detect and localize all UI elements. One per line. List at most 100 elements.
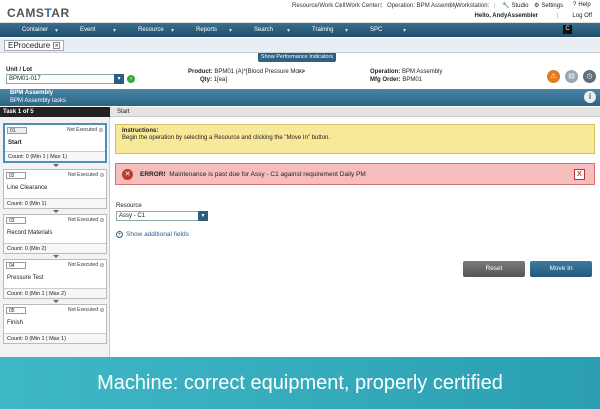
error-message: ERROR! Maintenance is past due for Assy …	[140, 171, 366, 178]
qty-info: Qty: 1[ea]	[200, 77, 228, 83]
separator: |	[381, 3, 383, 9]
workstation-label: Workstation:	[456, 3, 490, 9]
main-header: Start	[110, 107, 600, 117]
task-name: Record Materials	[7, 230, 53, 236]
task-name: Start	[8, 140, 22, 146]
task-count: Count: 0 (Min 1 | Max 1)	[4, 333, 106, 343]
task-name: Pressure Test	[7, 275, 44, 281]
resource-value: Assy - C1	[119, 213, 146, 219]
task-item[interactable]: 03 Not Executed Record Materials Count: …	[3, 214, 107, 254]
task-count: Count: 0 (Min 1 | Max 2)	[4, 288, 106, 298]
top-header: CAMSTAR Resource/Work Cell: | Work Cente…	[0, 0, 600, 23]
gear-icon: ⚙	[534, 3, 540, 9]
status-dot-icon	[99, 128, 103, 132]
error-banner: ✕ ERROR! Maintenance is past due for Ass…	[115, 163, 595, 185]
document-icon[interactable]: ▤	[565, 70, 578, 83]
info-icon[interactable]: i	[584, 91, 596, 103]
task-name: Finish	[7, 320, 24, 326]
nav-spc[interactable]: SPC	[348, 27, 406, 34]
unit-lot-label: Unit / Lot	[6, 67, 32, 73]
nav-event[interactable]: Event	[58, 27, 116, 34]
down-arrow-icon	[53, 164, 59, 167]
status-dot-icon	[100, 218, 104, 222]
nav-reports[interactable]: Reports	[174, 27, 232, 34]
task-count: Count: 0 (Min 1 | Max 1)	[5, 151, 105, 161]
warning-icon[interactable]: ⚠	[547, 70, 560, 83]
close-icon[interactable]: ✕	[53, 42, 61, 49]
corner-c-icon[interactable]: C	[563, 25, 572, 34]
status-dot-icon	[100, 308, 104, 312]
mfg-order-info: Mfg Order: BPM01	[370, 77, 423, 83]
resource-select[interactable]: Assy - C1 ▾	[116, 211, 208, 221]
down-arrow-icon	[53, 210, 59, 213]
task-item[interactable]: 01 Not Executed Start Count: 0 (Min 1 | …	[3, 123, 107, 163]
resource-label: Resource	[116, 203, 142, 209]
tab-title: EProcedure	[8, 41, 51, 50]
task-status: Not Executed	[67, 217, 98, 223]
show-additional-fields-link[interactable]: + Show additional fields	[116, 231, 189, 238]
section-bar: BPM Assembly BPM Assembly tasks i	[0, 89, 600, 106]
task-number: 05	[6, 307, 26, 314]
move-in-button[interactable]: Move In	[530, 261, 592, 277]
nav-search[interactable]: Search	[232, 27, 290, 34]
reset-button[interactable]: Reset	[463, 261, 525, 277]
operation-info: Operation: BPM Assembly	[370, 69, 443, 75]
separator: |	[340, 3, 342, 9]
chevron-down-icon[interactable]: ▾	[114, 74, 124, 84]
task-list-header: Task 1 of 5	[0, 107, 110, 117]
task-item[interactable]: 02 Not Executed Line Clearance Count: 0 …	[3, 169, 107, 209]
task-number: 04	[6, 262, 26, 269]
task-count: Count: 0 (Min 1)	[4, 198, 106, 208]
caption-banner: Machine: correct equipment, properly cer…	[0, 357, 600, 409]
user-greeting: Hello, AndyAssembler	[474, 13, 538, 19]
task-number: 01	[7, 127, 27, 134]
go-arrow-icon[interactable]: ›	[127, 75, 135, 83]
chevron-down-icon[interactable]: ▾	[198, 211, 208, 221]
instructions-text: Begin the operation by selecting a Resou…	[122, 135, 331, 141]
separator: |	[556, 13, 558, 19]
tab-eprocedure[interactable]: EProcedure ✕	[4, 40, 65, 51]
nav-training[interactable]: Training	[290, 27, 348, 34]
nav-resource[interactable]: Resource	[116, 27, 174, 34]
down-arrow-icon	[53, 255, 59, 258]
instructions-title: Instructions:	[122, 128, 159, 134]
error-icon: ✕	[122, 169, 133, 180]
task-number: 02	[6, 172, 26, 179]
logoff-link[interactable]: Log Off	[572, 13, 592, 19]
help-button[interactable]: ? Help	[573, 2, 591, 8]
nav-container[interactable]: Container	[0, 27, 58, 34]
task-status: Not Executed	[67, 172, 98, 178]
task-count: Count: 0 (Min 2)	[4, 243, 106, 253]
show-performance-indicators-button[interactable]: Show Performance Indicators	[258, 53, 336, 62]
wrench-icon: 🔧	[502, 3, 510, 9]
close-icon[interactable]: X	[574, 169, 585, 180]
tab-bar: EProcedure ✕	[0, 38, 600, 53]
task-item[interactable]: 04 Not Executed Pressure Test Count: 0 (…	[3, 259, 107, 299]
studio-button[interactable]: 🔧 Studio	[502, 2, 529, 10]
unit-lot-value: BPM01-017	[9, 76, 41, 82]
unit-lot-select[interactable]: BPM01-017 ▾	[6, 74, 124, 84]
task-item[interactable]: 05 Not Executed Finish Count: 0 (Min 1 |…	[3, 304, 107, 344]
main-nav: Container Event Resource Reports Search …	[0, 23, 600, 37]
separator: |	[450, 3, 452, 9]
task-list: 01 Not Executed Start Count: 0 (Min 1 | …	[0, 117, 110, 357]
help-icon: ?	[573, 2, 577, 8]
task-status: Not Executed	[67, 307, 98, 313]
product-info: Product: BPM01 (A)*[Blood Pressure Mo...	[188, 69, 304, 75]
separator: |	[494, 3, 496, 9]
task-status: Not Executed	[67, 262, 98, 268]
section-subtitle: BPM Assembly tasks	[10, 98, 67, 104]
settings-button[interactable]: ⚙ Settings	[534, 2, 563, 10]
task-status: Not Executed	[66, 127, 97, 133]
plus-icon: +	[116, 231, 123, 238]
task-name: Line Clearance	[7, 185, 48, 191]
task-number: 03	[6, 217, 26, 224]
history-icon[interactable]: ◷	[583, 70, 596, 83]
section-title: BPM Assembly	[10, 90, 54, 96]
operation-header-label: Operation: BPM Assembly	[387, 3, 458, 9]
down-arrow-icon	[53, 300, 59, 303]
resource-workcell-label: Resource/Work Cell:	[292, 3, 347, 9]
instructions-box: Instructions: Begin the operation by sel…	[115, 124, 595, 154]
more-icon[interactable]: >>	[298, 69, 305, 75]
app-logo: CAMSTAR	[7, 6, 70, 20]
